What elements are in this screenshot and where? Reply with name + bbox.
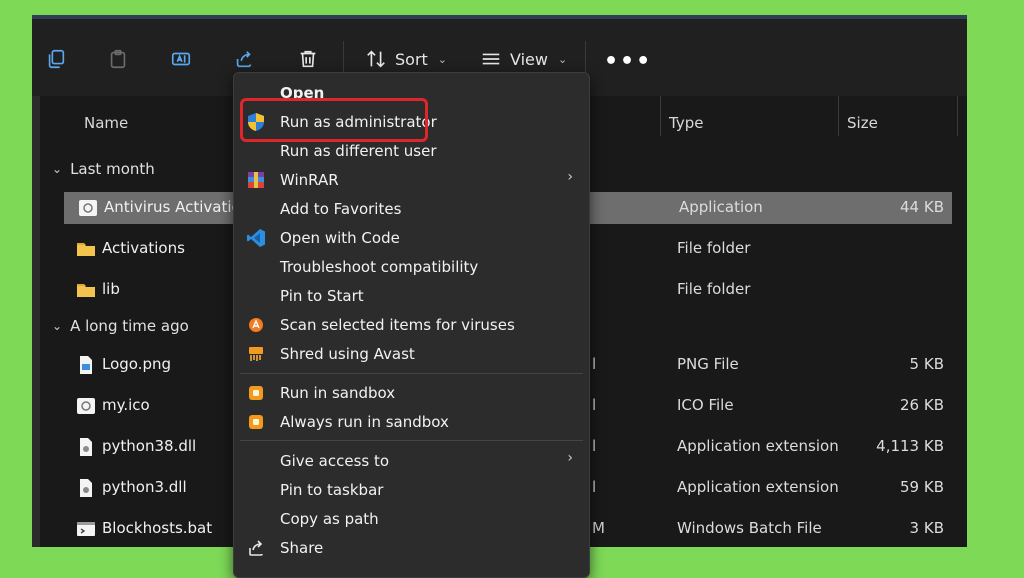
file-date-partial: l: [592, 478, 597, 496]
winrar-icon: [248, 172, 264, 188]
submenu-arrow-icon: ›: [567, 169, 573, 185]
file-type: File folder: [677, 280, 751, 298]
delete-button[interactable]: [290, 43, 326, 75]
view-button[interactable]: View ⌄: [480, 45, 567, 73]
column-header-size[interactable]: Size: [847, 114, 878, 132]
copy-icon: [48, 49, 65, 69]
group-header-last-month[interactable]: ⌄ Last month: [52, 160, 155, 178]
paste-button[interactable]: [100, 43, 136, 75]
file-name: Activations: [102, 239, 185, 257]
copy-button[interactable]: [38, 43, 74, 75]
file-type: File folder: [677, 239, 751, 257]
trash-icon: [300, 50, 316, 68]
file-name: Antivirus Activation: [104, 198, 251, 216]
menu-item-give-access-to[interactable]: Give access to ›: [234, 447, 589, 476]
file-type: Application: [679, 198, 763, 216]
highlight-box: [240, 98, 428, 142]
sort-label: Sort: [395, 49, 428, 69]
group-header-long-ago[interactable]: ⌄ A long time ago: [52, 317, 189, 335]
image-file-icon: [80, 356, 92, 374]
folder-icon: [77, 284, 95, 297]
menu-item-scan-viruses[interactable]: Scan selected items for viruses: [234, 311, 589, 340]
file-type: Application extension: [677, 437, 839, 455]
folder-icon: [77, 243, 95, 256]
file-date-partial: l: [592, 437, 597, 455]
rename-button[interactable]: [163, 43, 199, 75]
rename-icon: [171, 52, 191, 66]
menu-item-troubleshoot-compatibility[interactable]: Troubleshoot compatibility: [234, 253, 589, 282]
file-date-partial: l: [592, 355, 597, 373]
file-name: Logo.png: [102, 355, 172, 373]
menu-item-run-in-sandbox[interactable]: Run in sandbox: [234, 379, 589, 408]
menu-item-winrar[interactable]: WinRAR ›: [234, 166, 589, 195]
file-name: lib: [102, 280, 120, 298]
menu-separator: [240, 373, 583, 374]
file-type: PNG File: [677, 355, 739, 373]
chevron-down-icon: ⌄: [52, 162, 63, 176]
menu-item-open-with-code[interactable]: Open with Code: [234, 224, 589, 253]
menu-item-pin-to-start[interactable]: Pin to Start: [234, 282, 589, 311]
more-options-button[interactable]: •••: [604, 49, 652, 74]
shredder-icon: [249, 347, 263, 361]
vscode-icon: [247, 229, 265, 247]
bat-file-icon: [77, 522, 95, 536]
share-button[interactable]: [226, 43, 262, 75]
column-divider[interactable]: [660, 96, 661, 136]
share-icon: [236, 51, 252, 68]
chevron-down-icon: ⌄: [437, 52, 448, 66]
chevron-down-icon: ⌄: [557, 52, 568, 66]
app-icon: [79, 200, 97, 216]
file-name: my.ico: [102, 396, 150, 414]
menu-item-add-to-favorites[interactable]: Add to Favorites: [234, 195, 589, 224]
sort-icon: [367, 50, 385, 68]
sandbox-icon: [249, 415, 263, 429]
menu-item-copy-as-path[interactable]: Copy as path: [234, 505, 589, 534]
menu-item-always-run-in-sandbox[interactable]: Always run in sandbox: [234, 408, 589, 437]
share-icon: [249, 540, 263, 556]
column-header-name[interactable]: Name: [84, 114, 128, 132]
file-size: 4,113 KB: [876, 437, 944, 455]
navigation-pane-edge: [32, 96, 40, 547]
file-size: 44 KB: [900, 198, 944, 216]
file-date-partial: M: [592, 519, 605, 537]
menu-item-pin-to-taskbar[interactable]: Pin to taskbar: [234, 476, 589, 505]
dll-file-icon: [80, 479, 92, 497]
column-divider[interactable]: [957, 96, 958, 136]
sandbox-icon: [249, 386, 263, 400]
file-name: python3.dll: [102, 478, 187, 496]
file-type: Application extension: [677, 478, 839, 496]
menu-item-shred-avast[interactable]: Shred using Avast: [234, 340, 589, 369]
file-size: 5 KB: [909, 355, 944, 373]
file-name: Blockhosts.bat: [102, 519, 213, 537]
group-label: Last month: [70, 160, 155, 178]
column-divider[interactable]: [838, 96, 839, 136]
dll-file-icon: [80, 438, 92, 456]
file-date-partial: l: [592, 396, 597, 414]
menu-separator: [240, 440, 583, 441]
file-name: python38.dll: [102, 437, 197, 455]
menu-item-share[interactable]: Share: [234, 534, 589, 563]
avast-icon: [249, 318, 263, 332]
paste-icon: [110, 49, 126, 69]
file-size: 26 KB: [900, 396, 944, 414]
view-icon: [482, 53, 500, 65]
file-type: ICO File: [677, 396, 734, 414]
chevron-down-icon: ⌄: [52, 319, 63, 333]
file-size: 3 KB: [909, 519, 944, 537]
file-size: 59 KB: [900, 478, 944, 496]
context-menu: Open Run as administrator Run as differe…: [233, 72, 590, 578]
submenu-arrow-icon: ›: [567, 450, 573, 466]
ico-file-icon: [77, 398, 95, 414]
file-type: Windows Batch File: [677, 519, 822, 537]
view-label: View: [510, 49, 548, 69]
group-label: A long time ago: [70, 317, 189, 335]
column-header-type[interactable]: Type: [669, 114, 703, 132]
sort-button[interactable]: Sort ⌄: [365, 45, 447, 73]
